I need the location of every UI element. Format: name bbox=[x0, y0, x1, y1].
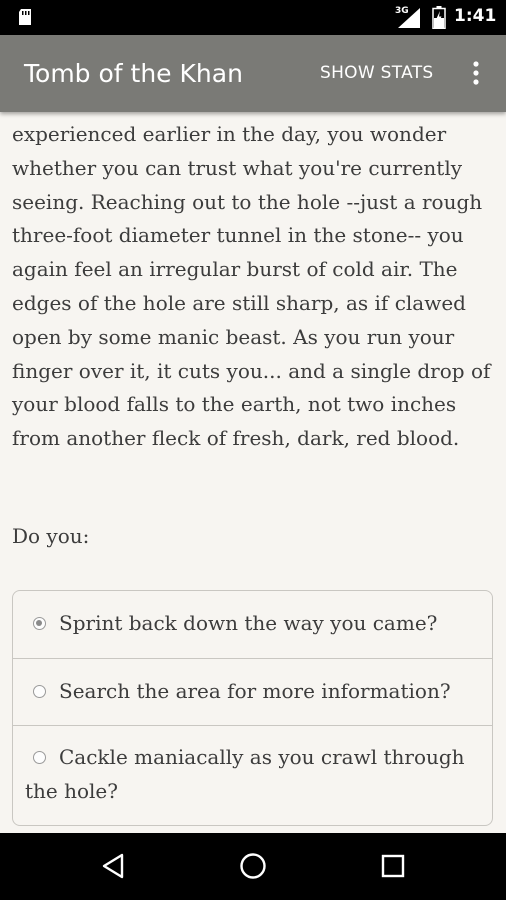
signal-icon bbox=[398, 8, 420, 28]
choice-divider bbox=[13, 725, 492, 726]
choice-list: Sprint back down the way you came? Searc… bbox=[12, 590, 493, 826]
choice-divider bbox=[13, 658, 492, 659]
radio-unselected-icon[interactable] bbox=[33, 751, 46, 764]
choice-option-3[interactable]: Cackle maniacally as you crawl through t… bbox=[13, 741, 492, 809]
story-text: experienced earlier in the day, you wond… bbox=[12, 122, 491, 451]
app-title: Tomb of the Khan bbox=[24, 59, 243, 88]
choice-label: Cackle maniacally as you crawl through t… bbox=[25, 745, 465, 803]
recents-icon[interactable] bbox=[381, 854, 405, 878]
navigation-bar bbox=[0, 833, 506, 900]
radio-selected-icon[interactable] bbox=[33, 617, 46, 630]
battery-icon bbox=[432, 6, 446, 29]
choice-label: Sprint back down the way you came? bbox=[59, 611, 438, 635]
radio-unselected-icon[interactable] bbox=[33, 685, 46, 698]
choice-option-2[interactable]: Search the area for more information? bbox=[13, 675, 492, 709]
home-icon[interactable] bbox=[239, 852, 267, 880]
choice-label: Search the area for more information? bbox=[59, 679, 451, 703]
clock: 1:41 bbox=[454, 6, 497, 26]
back-icon[interactable] bbox=[101, 853, 125, 879]
choice-option-1[interactable]: Sprint back down the way you came? bbox=[13, 607, 492, 641]
status-bar: 3G 1:41 bbox=[0, 0, 506, 35]
app-bar: Tomb of the Khan SHOW STATS bbox=[0, 35, 506, 112]
story-content[interactable]: experienced earlier in the day, you wond… bbox=[0, 112, 506, 833]
overflow-menu-icon[interactable] bbox=[466, 60, 486, 88]
sd-card-icon bbox=[19, 9, 31, 25]
show-stats-button[interactable]: SHOW STATS bbox=[320, 63, 434, 83]
choice-prompt: Do you: bbox=[12, 524, 90, 548]
